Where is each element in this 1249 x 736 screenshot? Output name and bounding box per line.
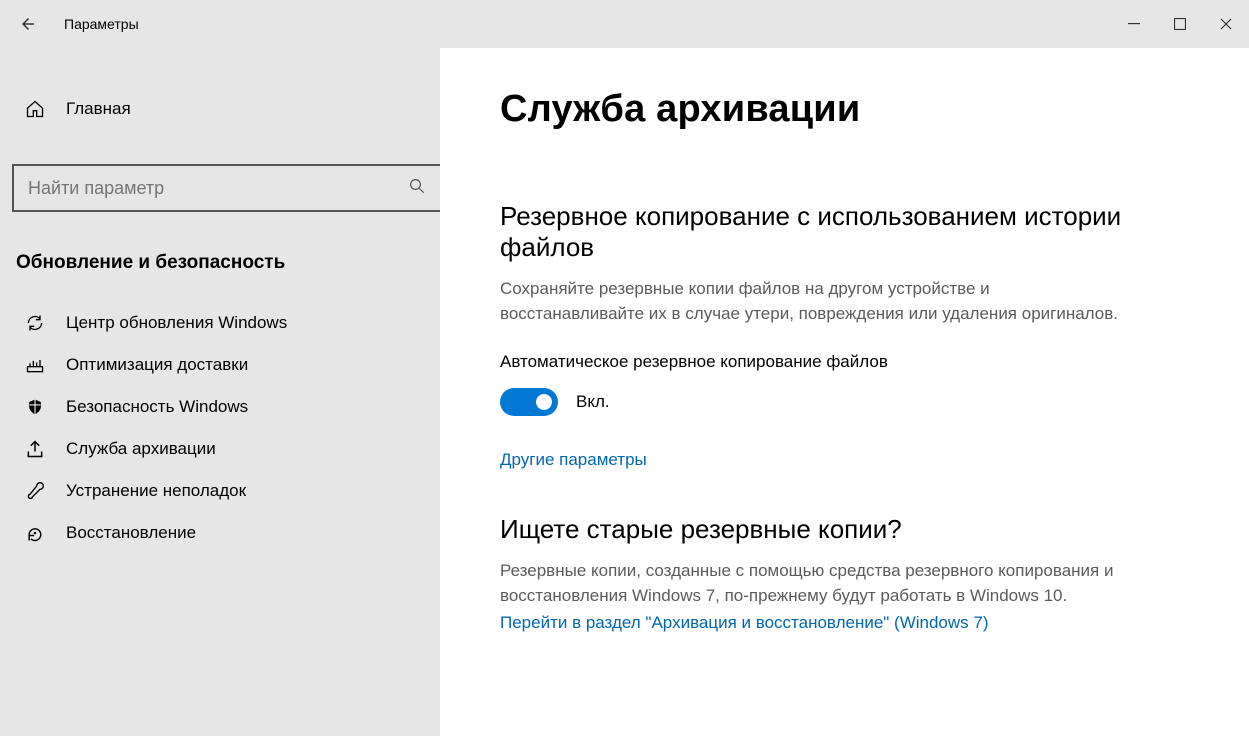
search-box[interactable] (12, 164, 442, 212)
section-heading-oldbackups: Ищете старые резервные копии? (500, 514, 1189, 545)
backup-icon (24, 439, 46, 459)
home-icon (24, 99, 46, 119)
shield-icon (24, 397, 46, 417)
sidebar-home-label: Главная (66, 99, 131, 119)
sidebar-home[interactable]: Главная (6, 88, 440, 130)
sidebar: Главная Обновление и безопасность Центр … (0, 48, 440, 736)
sidebar-item-windows-security[interactable]: Безопасность Windows (6, 386, 440, 428)
toggle-knob (536, 394, 552, 410)
search-input[interactable] (28, 178, 408, 199)
sidebar-item-backup[interactable]: Служба архивации (6, 428, 440, 470)
backup-toggle[interactable] (500, 388, 558, 416)
sidebar-item-delivery-optimization[interactable]: Оптимизация доставки (6, 344, 440, 386)
close-button[interactable] (1203, 0, 1249, 48)
minimize-icon (1128, 18, 1140, 30)
minimize-button[interactable] (1111, 0, 1157, 48)
delivery-icon (24, 355, 46, 375)
wrench-icon (24, 481, 46, 501)
toggle-row: Вкл. (500, 388, 1189, 416)
sidebar-item-label: Служба архивации (66, 439, 216, 459)
recovery-icon (24, 523, 46, 543)
titlebar: Параметры (0, 0, 1249, 48)
close-icon (1220, 18, 1232, 30)
sidebar-item-label: Устранение неполадок (66, 481, 246, 501)
search-icon (408, 177, 426, 199)
window-title: Параметры (64, 16, 139, 32)
page-title: Служба архивации (500, 88, 1189, 131)
sidebar-item-recovery[interactable]: Восстановление (6, 512, 440, 554)
sidebar-item-label: Оптимизация доставки (66, 355, 248, 375)
section-heading-filehistory: Резервное копирование с использованием и… (500, 201, 1189, 263)
maximize-button[interactable] (1157, 0, 1203, 48)
arrow-left-icon (19, 15, 37, 33)
sidebar-item-label: Восстановление (66, 523, 196, 543)
sidebar-category: Обновление и безопасность (6, 236, 440, 302)
section-desc-filehistory: Сохраняйте резервные копии файлов на дру… (500, 277, 1120, 326)
section-desc-oldbackups: Резервные копии, созданные с помощью сре… (500, 559, 1120, 608)
window-controls (1111, 0, 1249, 48)
back-button[interactable] (4, 0, 52, 48)
sidebar-item-windows-update[interactable]: Центр обновления Windows (6, 302, 440, 344)
content-pane: Служба архивации Резервное копирование с… (440, 48, 1249, 736)
legacy-backup-link[interactable]: Перейти в раздел "Архивация и восстановл… (500, 613, 989, 633)
sidebar-item-label: Безопасность Windows (66, 397, 248, 417)
toggle-label: Автоматическое резервное копирование фай… (500, 352, 1189, 372)
sidebar-item-label: Центр обновления Windows (66, 313, 287, 333)
maximize-icon (1174, 18, 1186, 30)
toggle-state: Вкл. (576, 392, 610, 412)
sidebar-item-troubleshoot[interactable]: Устранение неполадок (6, 470, 440, 512)
more-options-link[interactable]: Другие параметры (500, 450, 647, 470)
sync-icon (24, 313, 46, 333)
